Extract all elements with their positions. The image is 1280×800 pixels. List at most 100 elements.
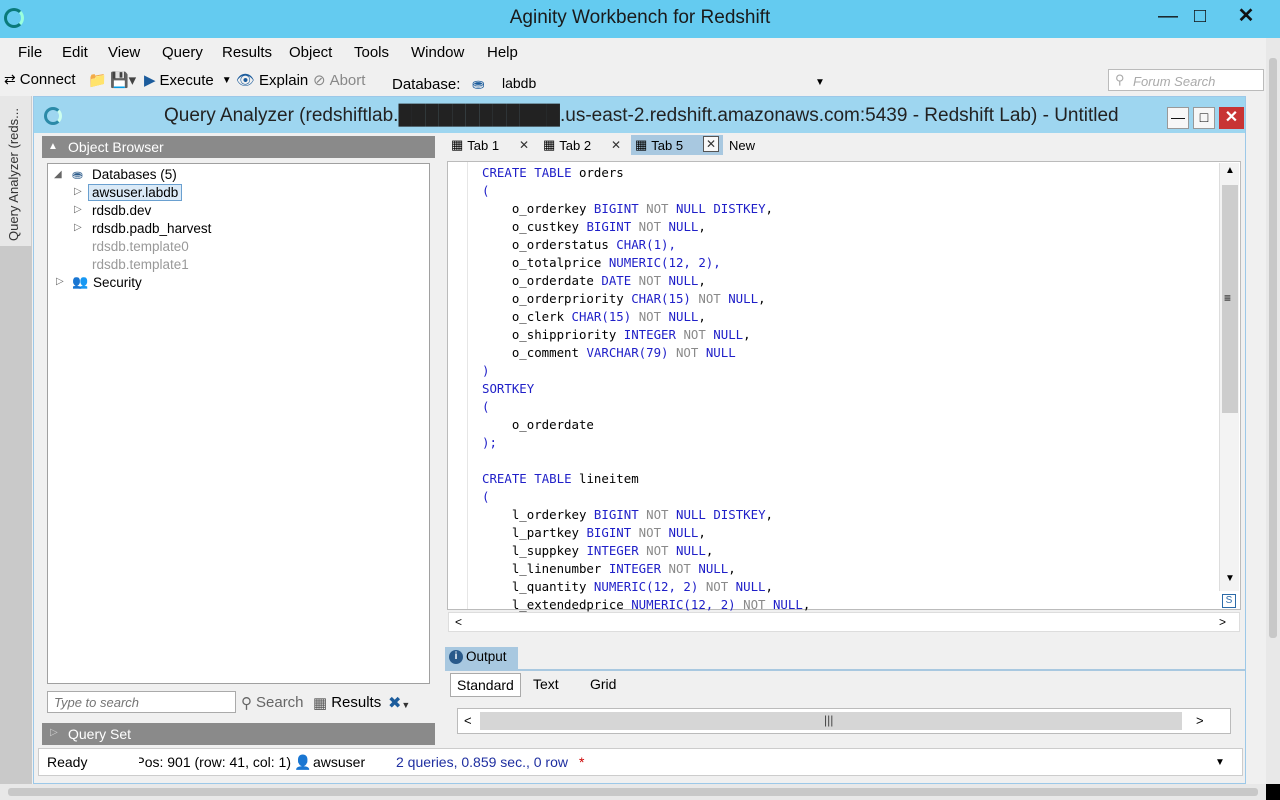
- tree-item-rdsdb-padb-harvest[interactable]: rdsdb.padb_harvest: [92, 221, 211, 236]
- output-horizontal-scrollbar[interactable]: < ||| >: [457, 708, 1231, 734]
- output-tab-grid[interactable]: Grid: [584, 673, 622, 697]
- menu-edit[interactable]: Edit: [62, 44, 88, 61]
- query-set-header[interactable]: ▷ Query Set: [42, 723, 435, 745]
- results-button[interactable]: ▦ Results: [313, 694, 381, 712]
- chevron-left-icon[interactable]: <: [464, 713, 472, 728]
- play-icon: ▶: [144, 72, 156, 89]
- code-line: (: [482, 399, 490, 414]
- grid-icon: ▦: [635, 137, 648, 152]
- object-browser-tree: ◢ ⛂ Databases (5) ▷ awsuser.labdb ▷ rdsd…: [47, 163, 430, 684]
- code-line: CREATE TABLE orders: [482, 165, 624, 180]
- tab-label: New: [729, 137, 756, 153]
- code-line: ​: [482, 452, 810, 470]
- tab-new[interactable]: New: [725, 135, 759, 155]
- tree-item-awsuser-labdb[interactable]: awsuser.labdb: [88, 184, 183, 201]
- app-title: Aginity Workbench for Redshift: [509, 7, 771, 28]
- tree-item-rdsdb-template0[interactable]: rdsdb.template0: [92, 239, 189, 254]
- menu-help[interactable]: Help: [487, 44, 518, 61]
- expand-icon[interactable]: ▷: [56, 276, 64, 287]
- maximize-icon[interactable]: □: [1186, 4, 1214, 28]
- close-tab-icon[interactable]: ✕: [611, 138, 621, 152]
- menu-view[interactable]: View: [108, 44, 140, 61]
- maximize-icon[interactable]: □: [1193, 107, 1215, 129]
- search-icon: ⚲: [1115, 72, 1125, 87]
- query-set-title: Query Set: [68, 726, 132, 742]
- menu-results[interactable]: Results: [222, 44, 272, 61]
- sql-code[interactable]: CREATE TABLE orders ( o_orderkey BIGINT N…: [482, 164, 810, 614]
- status-position: Pos: 901 (row: 41, col: 1): [139, 754, 291, 770]
- sql-editor[interactable]: CREATE TABLE orders ( o_orderkey BIGINT N…: [447, 161, 1241, 612]
- menu-query[interactable]: Query: [162, 44, 203, 61]
- close-tab-icon[interactable]: ✕: [703, 136, 720, 152]
- main-vertical-scrollbar[interactable]: [1266, 38, 1280, 800]
- code-line: l_linenumber INTEGER NOT NULL,: [482, 561, 736, 576]
- object-search-field[interactable]: [47, 691, 236, 713]
- close-icon[interactable]: ✕: [1219, 107, 1244, 129]
- menu-file[interactable]: File: [18, 44, 42, 61]
- menu-tools[interactable]: Tools: [354, 44, 389, 61]
- save-button[interactable]: 💾▾: [110, 71, 136, 89]
- abort-button[interactable]: ⊘ Abort: [313, 71, 365, 90]
- output-panel-header[interactable]: i Output: [445, 647, 518, 669]
- tools-menu-button[interactable]: ✖▼: [388, 693, 410, 713]
- tab-2[interactable]: ▦ Tab 2: [539, 135, 595, 155]
- scroll-thumb[interactable]: |||: [480, 712, 1182, 730]
- chevron-down-icon: ▼: [401, 700, 411, 710]
- open-button[interactable]: 📁: [88, 71, 107, 89]
- code-line: (: [482, 489, 490, 504]
- side-tab-query-analyzer[interactable]: Query Analyzer (reds...: [0, 96, 32, 246]
- chevron-down-icon[interactable]: ▼: [815, 77, 825, 88]
- close-tab-icon[interactable]: ✕: [519, 138, 529, 152]
- close-icon[interactable]: ✕: [1232, 4, 1260, 28]
- code-line: l_orderkey BIGINT NOT NULL DISTKEY,: [482, 507, 773, 522]
- tree-item-rdsdb-dev[interactable]: rdsdb.dev: [92, 203, 151, 218]
- user-icon: 👤: [294, 754, 312, 770]
- chevron-right-icon[interactable]: >: [1219, 615, 1226, 629]
- execute-button[interactable]: ▶ Execute ▼: [144, 71, 232, 90]
- expand-icon[interactable]: ▷: [74, 204, 82, 215]
- chevron-down-icon[interactable]: ▼: [222, 75, 232, 86]
- editor-vertical-scrollbar[interactable]: ▲ ≡ ▼: [1219, 163, 1239, 591]
- output-tab-standard[interactable]: Standard: [450, 673, 521, 697]
- format-icon[interactable]: S: [1222, 594, 1236, 608]
- code-line: o_totalprice NUMERIC(12, 2),: [482, 255, 721, 270]
- connect-button[interactable]: ⇄ Connect: [4, 71, 76, 88]
- split-icon[interactable]: ≡: [1224, 291, 1231, 305]
- expand-icon[interactable]: ▷: [74, 222, 82, 233]
- menu-object[interactable]: Object: [289, 44, 332, 61]
- chevron-right-icon[interactable]: >: [1196, 713, 1204, 728]
- explain-button[interactable]: 👁 Explain: [236, 71, 308, 90]
- code-line: l_partkey BIGINT NOT NULL,: [482, 525, 706, 540]
- menu-window[interactable]: Window: [411, 44, 464, 61]
- side-tab-label: Query Analyzer (reds...: [6, 108, 21, 241]
- collapse-icon[interactable]: ▲: [48, 141, 58, 152]
- object-search-input[interactable]: [48, 692, 235, 712]
- editor-tab-strip: ▦ Tab 1 ✕ ▦ Tab 2 ✕ ▦ Tab 5 ✕ New: [445, 135, 1245, 157]
- object-browser-header[interactable]: ▲ Object Browser: [42, 136, 435, 158]
- expand-icon[interactable]: ▷: [50, 727, 58, 738]
- chevron-down-icon[interactable]: ▼: [1225, 573, 1235, 584]
- database-select[interactable]: ⛂ labdb ▼: [470, 72, 830, 94]
- minimize-icon[interactable]: —: [1167, 107, 1189, 129]
- tab-1[interactable]: ▦ Tab 1: [447, 135, 503, 155]
- minimize-icon[interactable]: —: [1154, 4, 1182, 28]
- editor-horizontal-scrollbar[interactable]: < >: [448, 612, 1240, 632]
- tree-item-security[interactable]: Security: [93, 275, 142, 290]
- expand-icon[interactable]: ◢: [54, 169, 62, 180]
- code-line: );: [482, 435, 497, 450]
- tree-item-rdsdb-template1[interactable]: rdsdb.template1: [92, 257, 189, 272]
- forum-search-field[interactable]: ⚲ Forum Search: [1108, 69, 1264, 91]
- chevron-left-icon[interactable]: <: [455, 615, 462, 629]
- output-tab-text[interactable]: Text: [527, 673, 565, 697]
- code-line: o_shippriority INTEGER NOT NULL,: [482, 327, 751, 342]
- code-line: o_orderstatus CHAR(1),: [482, 237, 676, 252]
- object-search-button[interactable]: ⚲ Search: [241, 694, 304, 712]
- expand-icon[interactable]: ▷: [74, 186, 82, 197]
- code-line: l_suppkey INTEGER NOT NULL,: [482, 543, 714, 558]
- chevron-up-icon[interactable]: ▲: [1225, 165, 1235, 176]
- output-title: Output: [466, 649, 507, 664]
- chevron-down-icon[interactable]: ▼: [1215, 757, 1225, 768]
- main-horizontal-scrollbar[interactable]: [0, 784, 1266, 800]
- execute-label: Execute: [159, 71, 214, 89]
- tree-item-databases[interactable]: Databases (5): [92, 167, 177, 182]
